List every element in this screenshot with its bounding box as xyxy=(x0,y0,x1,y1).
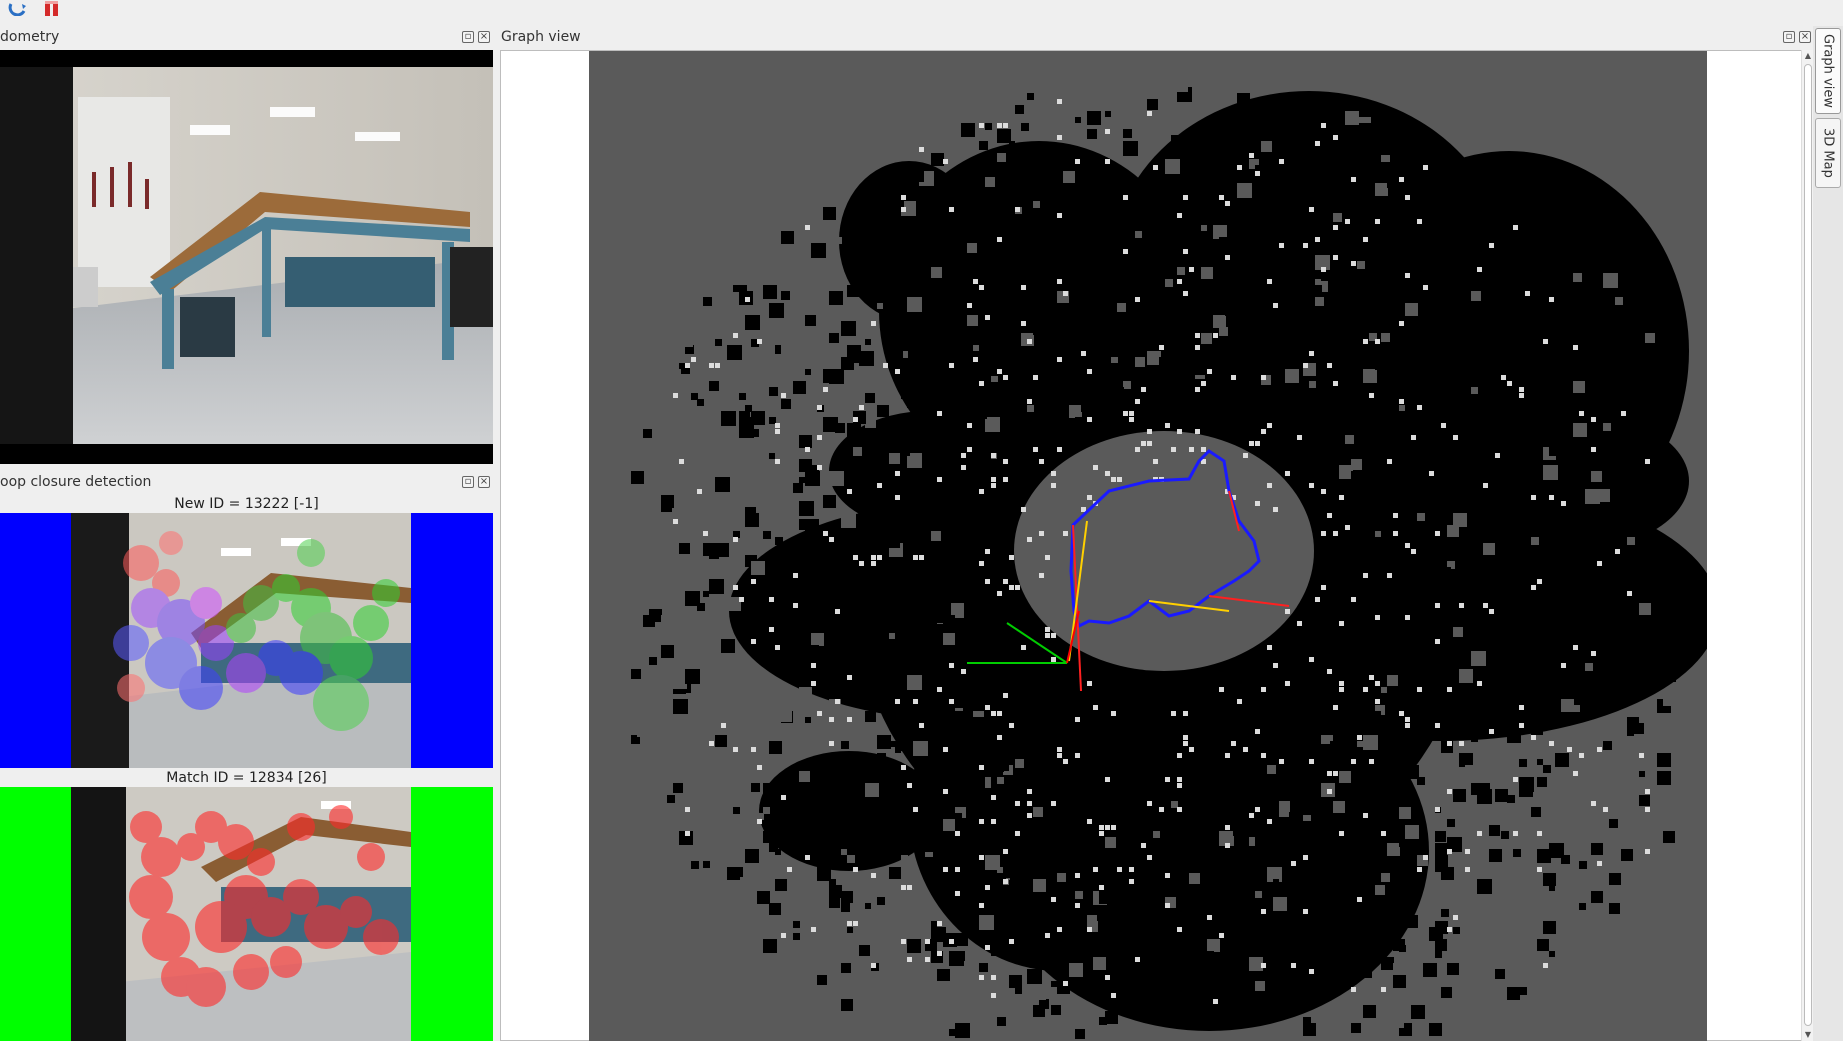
match-image-features xyxy=(71,787,411,1041)
side-tab-bar: Graph view 3D Map xyxy=(1813,26,1843,1041)
close-button[interactable]: × xyxy=(478,31,490,43)
main-toolbar xyxy=(0,0,1843,22)
close-button[interactable]: × xyxy=(478,476,490,488)
match-id-caption: Match ID = 12834 [26] xyxy=(166,770,327,786)
float-button[interactable]: ▫ xyxy=(462,31,474,43)
graph-view-canvas[interactable] xyxy=(500,50,1803,1041)
refresh-icon xyxy=(8,3,26,16)
graph-vertical-scrollbar[interactable]: ▲ ▼ xyxy=(1801,50,1813,1041)
odometry-image-view xyxy=(0,50,493,464)
new-id-caption: New ID = 13222 [-1] xyxy=(174,496,319,512)
float-button[interactable]: ▫ xyxy=(462,476,474,488)
rtabmap-window: dometry ▫ × oop closure detection ▫ × Ne… xyxy=(0,0,1843,1041)
close-button[interactable]: × xyxy=(1799,31,1811,43)
pause-button[interactable] xyxy=(40,0,64,18)
pause-icon xyxy=(45,1,58,16)
new-image-view xyxy=(0,513,493,768)
tab-3d-map-label: 3D Map xyxy=(1820,128,1836,178)
graph-view-dock-buttons: ▫ × xyxy=(1783,31,1811,47)
float-button[interactable]: ▫ xyxy=(1783,31,1795,43)
odometry-dock-buttons: ▫ × xyxy=(462,31,490,47)
graph-view-dock-title: Graph view xyxy=(501,29,581,45)
match-image-view xyxy=(0,787,493,1041)
odometry-camera-image xyxy=(0,67,493,444)
tab-graph-view-label: Graph view xyxy=(1820,34,1836,108)
loop-closure-dock-buttons: ▫ × xyxy=(462,476,490,492)
tab-graph-view[interactable]: Graph view xyxy=(1815,28,1841,114)
occupancy-grid-map xyxy=(589,51,1707,1041)
tab-3d-map[interactable]: 3D Map xyxy=(1815,118,1841,188)
loop-closure-dock-title: oop closure detection xyxy=(0,474,152,490)
new-image-features xyxy=(71,513,411,768)
scroll-thumb[interactable] xyxy=(1804,64,1812,1026)
odometry-dock-title: dometry xyxy=(0,29,60,45)
refresh-button[interactable] xyxy=(6,0,30,18)
